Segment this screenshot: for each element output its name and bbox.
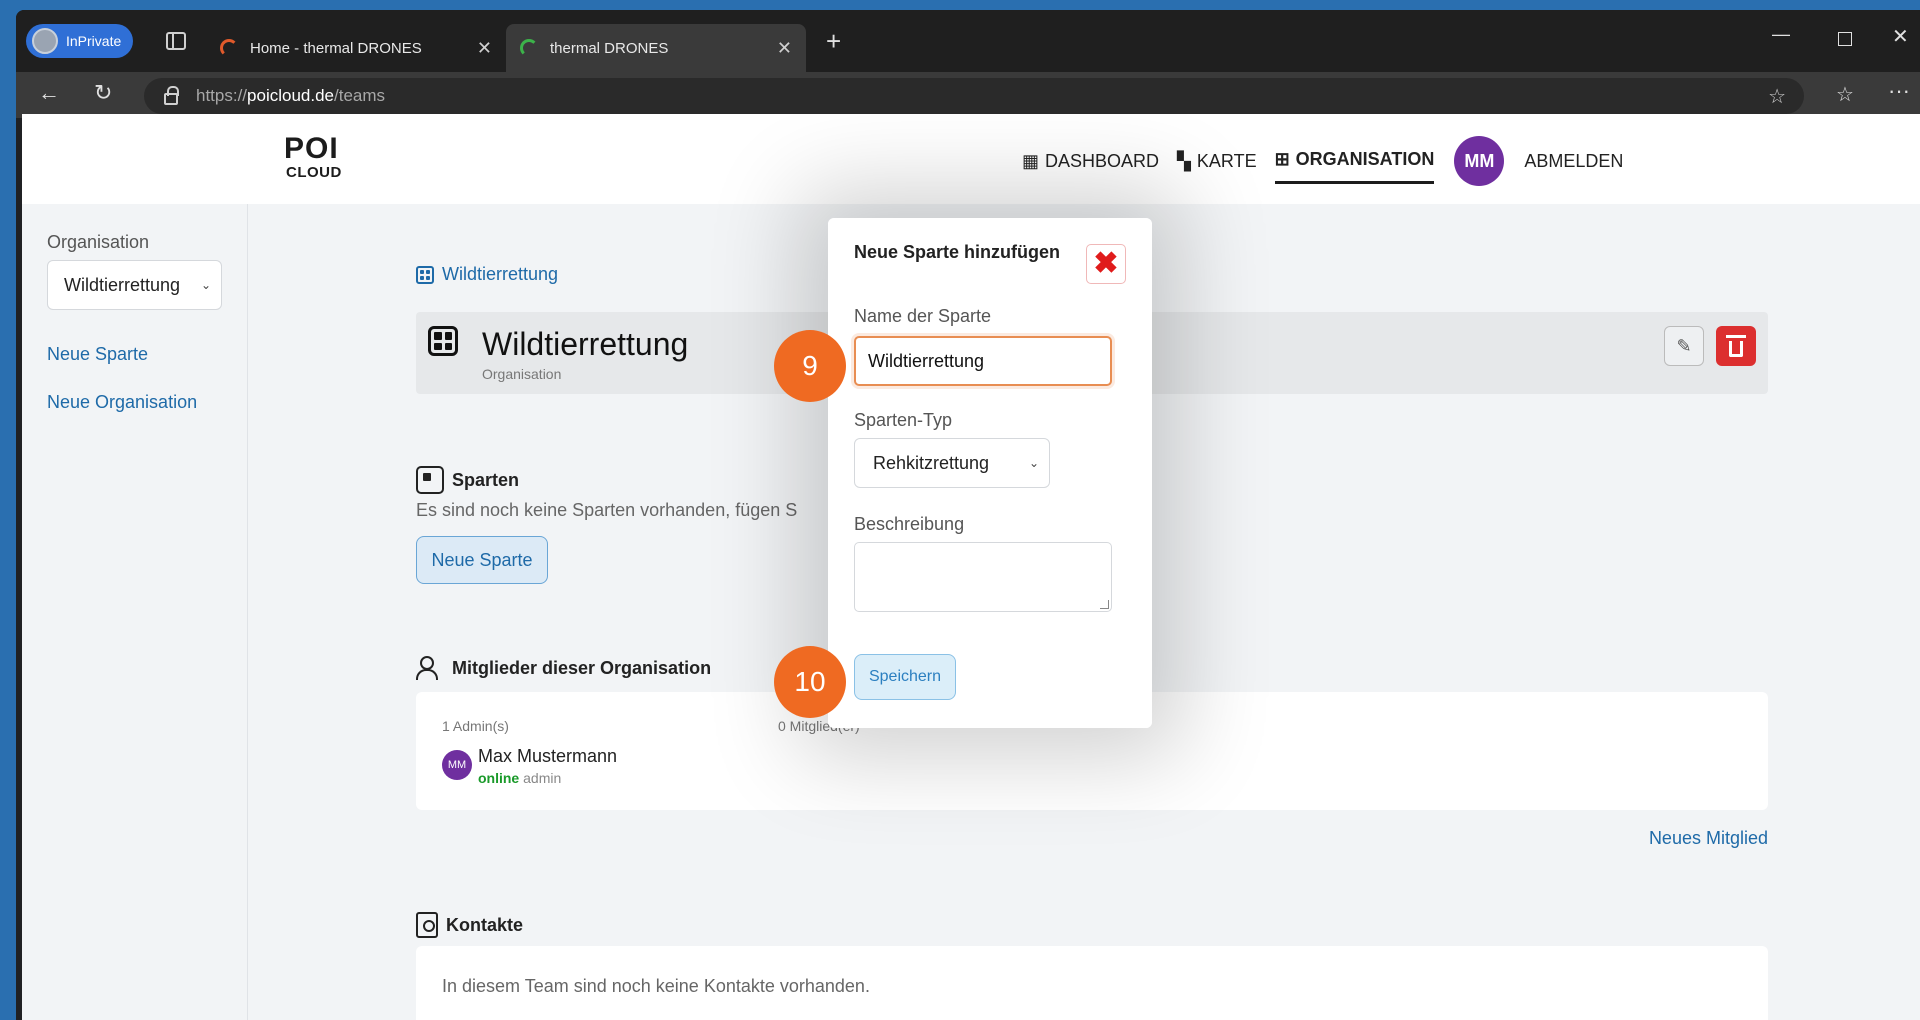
profile-avatar-icon [32,28,58,54]
contacts-card: In diesem Team sind noch keine Kontakte … [416,946,1768,1020]
sparten-empty-text: Es sind noch keine Sparten vorhanden, fü… [416,500,798,520]
sparte-name-input[interactable] [854,336,1112,386]
app-header: POI CLOUD ▦ DASHBOARD ▚ KARTE ⊞ ORGANISA… [22,114,1920,204]
close-icon[interactable]: ✕ [477,38,492,59]
sidebar: Organisation Wildtierrettung ⌄ Neue Spar… [22,204,248,1020]
breadcrumb-label: Wildtierrettung [442,264,559,284]
sparten-typ-value: Rehkitzrettung [873,452,990,473]
admins-count: 1 Admin(s) [442,718,509,734]
sparten-icon [416,466,444,494]
sparten-typ-select[interactable]: Rehkitzrettung ⌄ [854,438,1050,488]
url-path: /teams [334,86,386,105]
grid-icon [416,265,434,284]
logo-text-top: POI [284,132,339,165]
reload-icon[interactable]: ↻ [94,80,112,106]
chevron-down-icon: ⌄ [1028,456,1039,470]
add-sparte-modal: Neue Sparte hinzufügen ✖ Name der Sparte… [828,218,1152,728]
sidebar-link-neue-organisation[interactable]: Neue Organisation [47,392,197,413]
step-marker-9: 9 [774,330,846,402]
members-heading: Mitglieder dieser Organisation [416,656,711,680]
nav-label: ORGANISATION [1295,149,1435,169]
user-avatar[interactable]: MM [1454,136,1505,186]
modal-close-button[interactable]: ✖ [1086,244,1126,284]
browser-tab-home[interactable]: Home - thermal DRONES ✕ [206,24,506,72]
new-tab-icon[interactable]: + [826,28,841,54]
edit-button[interactable]: ✎ [1664,326,1704,366]
tab-title: thermal DRONES [550,39,669,57]
tab-strip: InPrivate Home - thermal DRONES ✕ therma… [16,10,1920,72]
org-select[interactable]: Wildtierrettung ⌄ [47,260,222,310]
url-prefix: https:// [196,86,248,105]
address-bar[interactable]: https://poicloud.de/teams ☆ [144,78,1804,114]
trash-icon [1726,335,1746,357]
logout-link[interactable]: ABMELDEN [1524,151,1623,172]
org-title: Wildtierrettung [482,326,689,362]
save-button[interactable]: Speichern [854,654,956,700]
nav-organisation[interactable]: ⊞ ORGANISATION [1274,138,1435,184]
neues-mitglied-link[interactable]: Neues Mitglied [1649,828,1768,849]
modal-title: Neue Sparte hinzufügen [854,242,1061,262]
contacts-title: Kontakte [446,914,524,935]
step-marker-10: 10 [774,646,846,718]
neue-sparte-button[interactable]: Neue Sparte [416,536,548,584]
favorites-icon[interactable]: ☆ [1836,82,1854,107]
grid-icon: ⊞ [1274,149,1290,169]
back-arrow-icon[interactable]: ← [38,80,60,106]
contacts-heading: Kontakte [416,912,523,938]
nav-karte[interactable]: ▚ KARTE [1177,138,1257,184]
sparten-heading: Sparten [416,466,519,494]
browser-tab-active[interactable]: thermal DRONES ✕ [506,24,806,72]
member-name[interactable]: Max Mustermann [478,746,617,767]
nav-label: KARTE [1196,150,1257,171]
contact-card-icon [416,912,438,938]
favorite-star-icon[interactable]: ☆ [1768,84,1786,109]
tab-title: Home - thermal DRONES [250,39,422,57]
nav-label: DASHBOARD [1045,150,1160,171]
sparten-title: Sparten [452,469,520,490]
tab-actions-icon[interactable] [166,32,186,50]
lock-icon [164,86,179,105]
maximize-icon[interactable] [1838,32,1852,46]
window-close-icon[interactable]: ✕ [1892,24,1909,49]
close-icon[interactable]: ✕ [777,38,792,59]
description-label: Beschreibung [854,514,965,534]
type-label: Sparten-Typ [854,410,953,430]
more-options-icon[interactable]: ··· [1888,78,1910,104]
member-role: admin [523,770,562,786]
calendar-icon: ▦ [1022,150,1040,171]
member-status: online admin [478,770,561,786]
contacts-empty-text: In diesem Team sind noch keine Kontakte … [442,976,870,996]
browser-window: InPrivate Home - thermal DRONES ✕ therma… [16,10,1920,1020]
map-icon: ▚ [1177,150,1191,171]
chevron-down-icon: ⌄ [200,278,211,292]
pencil-icon: ✎ [1676,335,1692,356]
org-select-value: Wildtierrettung [64,274,181,295]
inprivate-badge[interactable]: InPrivate [26,24,134,58]
page-viewport: POI CLOUD ▦ DASHBOARD ▚ KARTE ⊞ ORGANISA… [22,114,1920,1020]
poi-cloud-logo[interactable]: POI CLOUD [284,134,364,184]
name-label: Name der Sparte [854,306,992,326]
people-icon [416,656,444,680]
thermal-drones-favicon-icon [220,39,238,57]
minimize-icon[interactable]: — [1772,24,1790,45]
inprivate-label: InPrivate [66,33,122,49]
members-title: Mitglieder dieser Organisation [452,657,712,678]
sidebar-link-neue-sparte[interactable]: Neue Sparte [47,344,148,365]
avatar: MM [442,750,472,780]
close-x-icon: ✖ [1093,247,1119,280]
org-type: Organisation [482,366,562,382]
url-host: poicloud.de [247,86,334,105]
organisation-grid-icon [428,326,458,356]
delete-button[interactable] [1716,326,1756,366]
description-textarea[interactable] [854,542,1112,612]
browser-toolbar: ← ↻ https://poicloud.de/teams ☆ ☆ ··· [16,72,1920,118]
nav-dashboard[interactable]: ▦ DASHBOARD [1022,138,1159,184]
thermal-drones-favicon-icon [520,39,538,57]
main-nav: ▦ DASHBOARD ▚ KARTE ⊞ ORGANISATION MM AB… [1022,136,1623,186]
online-status: online [478,770,520,786]
logo-text-bottom: CLOUD [286,164,342,181]
breadcrumb[interactable]: Wildtierrettung [416,264,558,285]
sidebar-org-label: Organisation [47,232,150,252]
